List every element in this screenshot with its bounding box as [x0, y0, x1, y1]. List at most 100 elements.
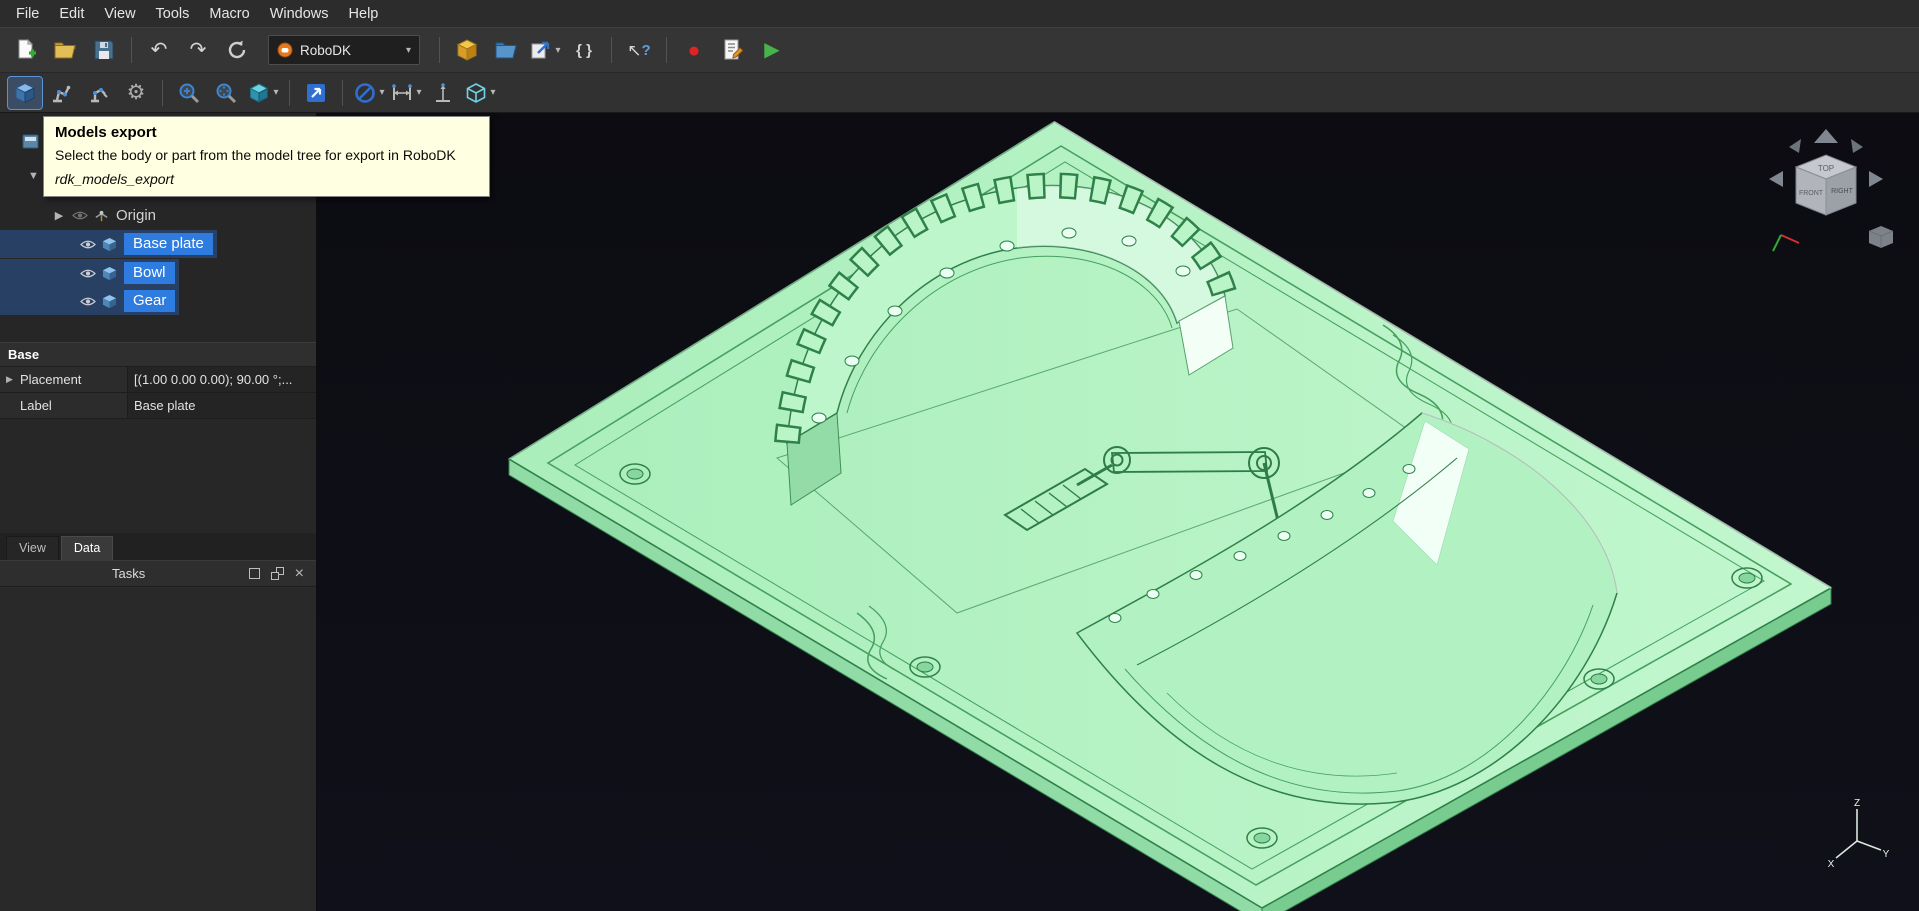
tree-expand-caret[interactable]: ▼ [28, 170, 39, 182]
navcube-left-arrow[interactable] [1769, 171, 1783, 187]
tree-item-label[interactable]: Origin [116, 207, 156, 224]
eye-icon[interactable] [80, 296, 96, 307]
navigation-cube[interactable]: TOP FRONT RIGHT [1751, 127, 1901, 267]
tab-data[interactable]: Data [61, 536, 113, 560]
question-mark-icon: ? [642, 42, 651, 59]
axis-indicator: Z X Y [1821, 797, 1891, 871]
menu-tools[interactable]: Tools [146, 2, 200, 26]
property-group-title: Base [0, 342, 316, 367]
navcube-top-label: TOP [1818, 164, 1834, 173]
navcube-y-axis [1773, 235, 1781, 251]
menu-windows[interactable]: Windows [260, 2, 339, 26]
property-name-placement[interactable]: ▶ Placement [0, 367, 128, 393]
robodk-open-station-button[interactable] [488, 33, 524, 67]
menu-help[interactable]: Help [339, 2, 389, 26]
robodk-export-button[interactable]: ▾ [527, 33, 563, 67]
models-export-button[interactable] [8, 77, 42, 109]
robodk-package-button[interactable] [449, 33, 485, 67]
origin-axes-icon [94, 208, 109, 223]
menu-file[interactable]: File [6, 2, 49, 26]
blue-folder-icon [494, 38, 518, 62]
navcube-right-arrow[interactable] [1869, 171, 1883, 187]
display-style-button[interactable]: ▾ [463, 77, 497, 109]
wire-cube-icon [464, 81, 488, 105]
iso-cube-icon [247, 81, 271, 105]
property-value-label[interactable]: Base plate [128, 393, 316, 419]
menu-view[interactable]: View [94, 2, 145, 26]
chevron-down-icon: ▾ [490, 87, 495, 98]
tree-item-gear[interactable]: Gear [0, 287, 316, 315]
toolbar-view: ⚙ ▾ ▾ ▾ ▾ [0, 72, 1919, 113]
restore-panel-icon[interactable] [271, 567, 284, 580]
save-icon [92, 38, 116, 62]
3d-viewport[interactable]: TOP FRONT RIGHT Z X Y [317, 113, 1919, 911]
redo-button[interactable]: ↷ [180, 33, 216, 67]
float-panel-icon[interactable] [249, 568, 260, 579]
blue-arrow-icon [304, 81, 328, 105]
part-cube-icon [102, 266, 117, 281]
measure-vertical-button[interactable] [426, 77, 460, 109]
zoom-fit-button[interactable] [209, 77, 243, 109]
eye-icon[interactable] [72, 210, 88, 221]
separator [131, 37, 132, 63]
zoom-in-button[interactable] [172, 77, 206, 109]
tasks-panel-header: Tasks × [0, 560, 316, 587]
refresh-icon [225, 38, 249, 62]
edit-script-button[interactable] [715, 33, 751, 67]
z-axis-label: Z [1854, 798, 1860, 809]
navcube-up-arrow[interactable] [1814, 129, 1838, 143]
part-cube-icon [102, 294, 117, 309]
tree-item-base-plate[interactable]: Base plate [0, 230, 316, 258]
measure-button[interactable]: ▾ [389, 77, 423, 109]
menu-edit[interactable]: Edit [49, 2, 94, 26]
robot-arm-button-2[interactable] [82, 77, 116, 109]
tree-expand-caret[interactable]: ▶ [52, 209, 66, 222]
go-to-view-button[interactable] [299, 77, 333, 109]
collision-check-button[interactable]: ▾ [352, 77, 386, 109]
expand-caret-icon[interactable]: ▶ [6, 374, 20, 385]
tab-view[interactable]: View [6, 536, 59, 560]
settings-button[interactable]: ⚙ [119, 77, 153, 109]
zoom-in-icon [177, 81, 201, 105]
property-name-label[interactable]: Label [0, 393, 128, 419]
close-panel-icon[interactable]: × [295, 566, 304, 582]
blue-cube-icon [13, 81, 37, 105]
tree-item-bowl[interactable]: Bowl [0, 259, 316, 287]
x-axis-label: X [1828, 859, 1835, 870]
menu-macro[interactable]: Macro [199, 2, 259, 26]
document-root-icon[interactable] [22, 133, 39, 155]
workbench-selected-label: RoboDK [300, 43, 397, 58]
tree-item-origin[interactable]: ▶ Origin [0, 201, 316, 229]
whats-this-button[interactable]: ↖ ? [621, 33, 657, 67]
vertical-measure-icon [431, 81, 455, 105]
robot-arm-button-1[interactable] [45, 77, 79, 109]
record-button[interactable]: ● [676, 33, 712, 67]
left-panel: ▼ ▶ Origin Base plate [0, 113, 317, 911]
new-file-button[interactable] [8, 33, 44, 67]
workbench-selector[interactable]: RoboDK ▾ [268, 35, 420, 65]
tree-item-label[interactable]: Gear [124, 290, 175, 312]
eye-icon[interactable] [80, 239, 96, 250]
undo-button[interactable]: ↶ [141, 33, 177, 67]
navcube-front-label: FRONT [1799, 190, 1824, 197]
separator [439, 37, 440, 63]
run-program-button[interactable]: ▶ [754, 33, 790, 67]
separator [342, 80, 343, 106]
open-file-button[interactable] [47, 33, 83, 67]
property-value-placement[interactable]: [(1.00 0.00 0.00); 90.00 °;... [128, 367, 316, 393]
refresh-button[interactable] [219, 33, 255, 67]
combo-view-tabs: View Data [0, 533, 316, 560]
record-icon: ● [688, 40, 701, 61]
save-button[interactable] [86, 33, 122, 67]
menubar: File Edit View Tools Macro Windows Help [0, 0, 1919, 27]
eye-icon[interactable] [80, 268, 96, 279]
tree-item-label[interactable]: Bowl [124, 262, 175, 284]
chevron-down-icon: ▾ [406, 45, 411, 56]
isometric-view-button[interactable]: ▾ [246, 77, 280, 109]
part-cube-icon [102, 237, 117, 252]
tree-item-label[interactable]: Base plate [124, 233, 213, 255]
tooltip-description: Select the body or part from the model t… [55, 147, 478, 163]
separator [162, 80, 163, 106]
y-axis-label: Y [1883, 849, 1890, 860]
api-braces-button[interactable]: { } [566, 33, 602, 67]
